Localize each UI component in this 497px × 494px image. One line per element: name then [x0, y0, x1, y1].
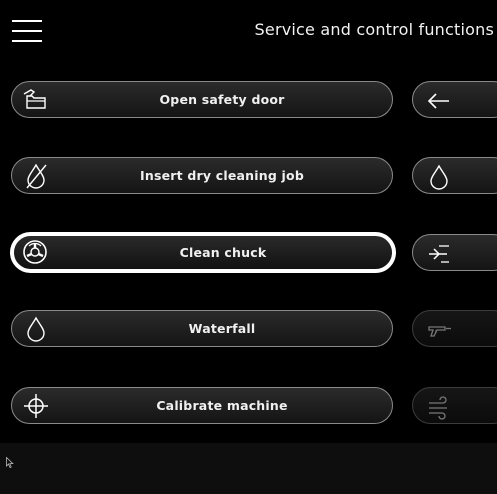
arrow-left-icon [425, 87, 453, 115]
insert-dry-cleaning-job-button[interactable]: Insert dry cleaning job [11, 157, 393, 194]
footer-bar [0, 443, 497, 494]
open-door-icon [22, 86, 50, 114]
air-blow-button[interactable] [412, 387, 497, 424]
function-label: Insert dry cleaning job [140, 168, 304, 183]
waterfall-button[interactable]: Waterfall [11, 310, 393, 347]
function-row: Clean chuck [0, 232, 497, 274]
function-label: Waterfall [188, 321, 256, 336]
spray-arrows-icon [425, 240, 453, 268]
air-blow-icon [425, 393, 453, 421]
hamburger-menu-icon[interactable] [11, 15, 43, 47]
clean-chuck-button[interactable]: Clean chuck [10, 232, 396, 273]
water-drop-icon [22, 315, 50, 343]
no-water-drop-icon [22, 162, 50, 190]
chuck-icon [21, 238, 49, 266]
function-row: Waterfall [0, 310, 497, 350]
function-row: Open safety door [0, 81, 497, 121]
calibrate-machine-button[interactable]: Calibrate machine [11, 387, 393, 424]
open-safety-door-button[interactable]: Open safety door [11, 81, 393, 118]
back-button[interactable] [412, 81, 497, 118]
water-drop-icon [425, 163, 453, 191]
page-title: Service and control functions [254, 20, 494, 39]
function-label: Clean chuck [179, 245, 267, 260]
function-row: Insert dry cleaning job [0, 157, 497, 197]
spray-button[interactable] [412, 234, 497, 271]
function-label: Open safety door [159, 92, 285, 107]
water-drop-button[interactable] [412, 157, 497, 194]
spray-gun-icon [425, 316, 453, 344]
crosshair-icon [22, 392, 50, 420]
spray-gun-button[interactable] [412, 310, 497, 347]
function-label: Calibrate machine [156, 398, 288, 413]
mouse-cursor-icon [6, 457, 14, 468]
top-bar: Service and control functions [0, 0, 497, 64]
function-row: Calibrate machine [0, 387, 497, 427]
